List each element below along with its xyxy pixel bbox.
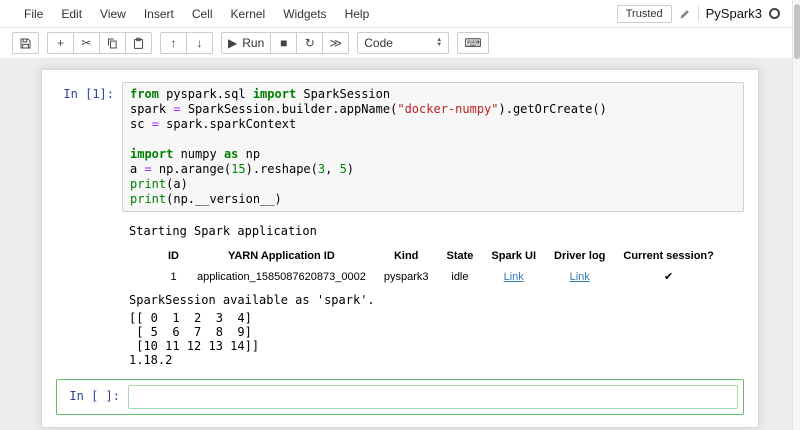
driver-log-link[interactable]: Link (570, 271, 590, 283)
arrow-down-icon: ↓ (197, 37, 203, 49)
copy-cell-button[interactable] (99, 32, 126, 54)
add-cell-button[interactable]: + (47, 32, 74, 54)
stdout-result: [[ 0 1 2 3 4] [ 5 6 7 8 9] [10 11 12 13 … (129, 311, 737, 367)
toolbar: + ✂ ↑ ↓ ▶ Run ■ ↻ (0, 28, 800, 59)
spark-ui-link[interactable]: Link (504, 271, 524, 283)
paste-cell-button[interactable] (125, 32, 152, 54)
save-icon (19, 37, 32, 50)
spark-status-text: Starting Spark application (129, 224, 737, 238)
cut-cell-button[interactable]: ✂ (73, 32, 100, 54)
save-button[interactable] (12, 32, 39, 54)
paste-icon (132, 37, 145, 50)
table-cell: application_1585087620873_0002 (188, 266, 375, 287)
table-cell: Link (545, 266, 614, 287)
empty-code-editor[interactable] (128, 385, 738, 409)
plus-icon: + (57, 37, 64, 49)
notebook-container: In [1]: from pyspark.sql import SparkSes… (41, 69, 759, 428)
arrow-up-icon: ↑ (171, 37, 177, 49)
spark-session-text: SparkSession available as 'spark'. (129, 293, 737, 307)
menu-item-widgets[interactable]: Widgets (274, 2, 335, 26)
cell-type-select[interactable]: Code ▲▼ (357, 32, 449, 54)
menu-item-view[interactable]: View (91, 2, 135, 26)
table-row: 1application_1585087620873_0002pyspark3i… (159, 266, 723, 287)
table-header-cell: Spark UI (482, 246, 545, 266)
menu-item-edit[interactable]: Edit (52, 2, 91, 26)
spark-session-table: IDYARN Application IDKindStateSpark UIDr… (159, 246, 723, 287)
table-header-cell: ID (159, 246, 188, 266)
run-label: Run (242, 36, 264, 50)
table-header-cell: YARN Application ID (188, 246, 375, 266)
move-up-button[interactable]: ↑ (160, 32, 187, 54)
code-editor[interactable]: from pyspark.sql import SparkSessionspar… (122, 82, 744, 212)
kernel-idle-icon (769, 8, 780, 19)
keyboard-icon: ⌨ (464, 37, 481, 49)
fast-forward-icon: ≫ (329, 37, 342, 49)
pencil-icon (679, 8, 691, 20)
input-prompt: In [1]: (56, 82, 122, 212)
play-icon: ▶ (228, 37, 237, 49)
notebook-background: In [1]: from pyspark.sql import SparkSes… (0, 59, 800, 430)
move-down-button[interactable]: ↓ (186, 32, 213, 54)
menu-item-file[interactable]: File (15, 2, 52, 26)
input-prompt-empty: In [ ]: (62, 385, 128, 409)
menu-item-cell[interactable]: Cell (183, 2, 222, 26)
restart-icon: ↻ (305, 37, 315, 49)
restart-run-all-button[interactable]: ≫ (322, 32, 349, 54)
menu-item-help[interactable]: Help (336, 2, 379, 26)
trusted-button[interactable]: Trusted (617, 5, 672, 23)
table-header-cell: State (437, 246, 482, 266)
select-caret-icon: ▲▼ (436, 38, 442, 48)
stop-button[interactable]: ■ (270, 32, 297, 54)
stop-icon: ■ (280, 37, 287, 49)
table-cell: 1 (159, 266, 188, 287)
scissors-icon: ✂ (81, 37, 91, 49)
output-area: Starting Spark application IDYARN Applic… (122, 224, 744, 367)
code-cell-2-selected[interactable]: In [ ]: (56, 379, 744, 415)
command-palette-button[interactable]: ⌨ (457, 32, 488, 54)
table-header-cell: Driver log (545, 246, 614, 266)
menubar-items: FileEditViewInsertCellKernelWidgetsHelp (15, 2, 378, 26)
cell-type-value: Code (364, 36, 393, 50)
menu-item-insert[interactable]: Insert (135, 2, 183, 26)
copy-icon (106, 37, 119, 50)
restart-kernel-button[interactable]: ↻ (296, 32, 323, 54)
code-cell-1[interactable]: In [1]: from pyspark.sql import SparkSes… (56, 82, 744, 212)
menu-item-kernel[interactable]: Kernel (222, 2, 275, 26)
kernel-separator (698, 6, 699, 22)
menubar: FileEditViewInsertCellKernelWidgetsHelp … (0, 0, 800, 28)
kernel-name: PySpark3 (706, 6, 762, 21)
scrollbar[interactable] (792, 0, 800, 430)
table-cell: ✔ (614, 266, 722, 287)
table-header-cell: Current session? (614, 246, 722, 266)
table-header-cell: Kind (375, 246, 438, 266)
table-cell: pyspark3 (375, 266, 438, 287)
table-header-row: IDYARN Application IDKindStateSpark UIDr… (159, 246, 723, 266)
scrollbar-thumb[interactable] (794, 4, 800, 59)
menubar-right: Trusted PySpark3 (617, 5, 790, 23)
table-cell: Link (482, 266, 545, 287)
run-button[interactable]: ▶ Run (221, 32, 271, 54)
table-cell: idle (437, 266, 482, 287)
